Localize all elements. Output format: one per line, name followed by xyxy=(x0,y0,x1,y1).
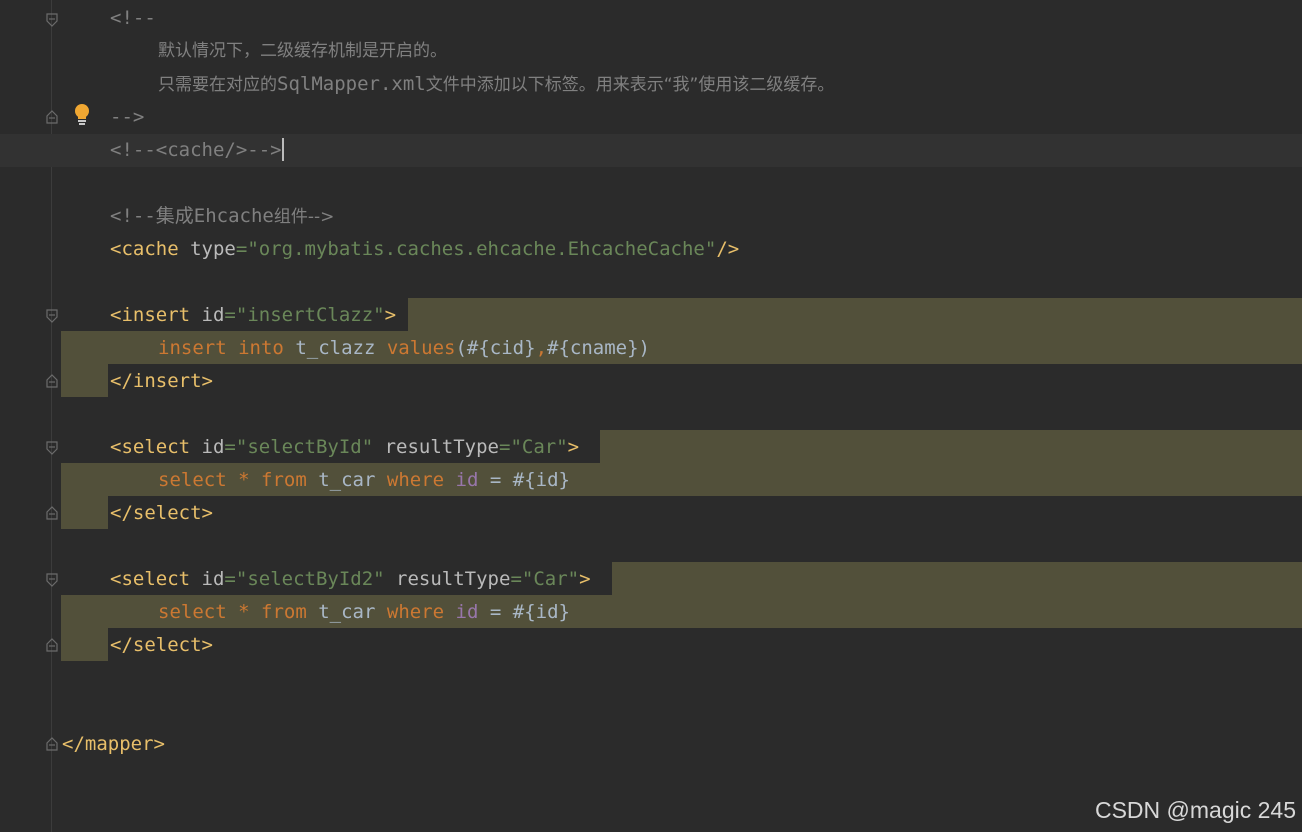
select-sql: select * from t_car where id = #{id} xyxy=(158,601,570,623)
insert-sql: insert into t_clazz values(#{cid},#{cnam… xyxy=(158,337,650,359)
code-line[interactable]: <!--<cache/>--> xyxy=(0,134,1302,167)
ehcache-comment: <!--集成Ehcache组件--> xyxy=(110,205,335,227)
fold-end-marker-icon[interactable] xyxy=(46,638,58,652)
code-line[interactable]: <!-- xyxy=(0,2,1302,35)
fold-marker-icon[interactable] xyxy=(46,309,58,323)
select-close-tag: </select> xyxy=(110,634,213,656)
code-line[interactable]: </mapper> xyxy=(0,728,1302,761)
code-editor[interactable]: <!-- 默认情况下，二级缓存机制是开启的。 只需要在对应的SqlMapper.… xyxy=(0,0,1302,832)
fold-end-marker-icon[interactable] xyxy=(46,737,58,751)
cache-comment: <!--<cache/>--> xyxy=(110,138,284,161)
code-line[interactable]: 只需要在对应的SqlMapper.xml文件中添加以下标签。用来表示“我”使用该… xyxy=(0,68,1302,101)
comment-text: 只需要在对应的SqlMapper.xml文件中添加以下标签。用来表示“我”使用该… xyxy=(158,73,835,95)
select-sql: select * from t_car where id = #{id} xyxy=(158,469,570,491)
select-close-tag: </select> xyxy=(110,502,213,524)
code-line[interactable]: </select> xyxy=(0,629,1302,662)
insert-close-tag: </insert> xyxy=(110,370,213,392)
lightbulb-icon[interactable] xyxy=(73,103,91,125)
code-line[interactable]: <insert id="insertClazz"> xyxy=(0,299,1302,332)
text-caret xyxy=(281,138,284,161)
code-line[interactable]: <cache type="org.mybatis.caches.ehcache.… xyxy=(0,233,1302,266)
comment-text: 默认情况下，二级缓存机制是开启的。 xyxy=(158,41,447,61)
code-line[interactable]: --> xyxy=(0,101,1302,134)
fold-marker-icon[interactable] xyxy=(46,441,58,455)
code-line[interactable]: <!--集成Ehcache组件--> xyxy=(0,200,1302,233)
select-open-tag: <select id="selectById2" resultType="Car… xyxy=(110,568,591,590)
mapper-close-tag: </mapper> xyxy=(62,733,165,755)
code-line[interactable]: </insert> xyxy=(0,365,1302,398)
fold-marker-icon[interactable] xyxy=(46,573,58,587)
code-line[interactable]: </select> xyxy=(0,497,1302,530)
code-line[interactable]: <select id="selectById2" resultType="Car… xyxy=(0,563,1302,596)
select-open-tag: <select id="selectById" resultType="Car"… xyxy=(110,436,580,458)
code-line[interactable]: 默认情况下，二级缓存机制是开启的。 xyxy=(0,35,1302,68)
comment-close: --> xyxy=(110,106,145,128)
fold-end-marker-icon[interactable] xyxy=(46,374,58,388)
code-line[interactable]: <select id="selectById" resultType="Car"… xyxy=(0,431,1302,464)
insert-open-tag: <insert id="insertClazz"> xyxy=(110,304,397,326)
fold-marker-icon[interactable] xyxy=(46,13,58,27)
code-line[interactable]: select * from t_car where id = #{id} xyxy=(0,464,1302,497)
fold-end-marker-icon[interactable] xyxy=(46,110,58,124)
fold-end-marker-icon[interactable] xyxy=(46,506,58,520)
cache-tag: <cache type="org.mybatis.caches.ehcache.… xyxy=(110,238,740,260)
watermark: CSDN @magic 245 xyxy=(1094,797,1296,823)
comment-open: <!-- xyxy=(110,7,156,29)
code-line[interactable]: insert into t_clazz values(#{cid},#{cnam… xyxy=(0,332,1302,365)
code-line[interactable]: select * from t_car where id = #{id} xyxy=(0,596,1302,629)
